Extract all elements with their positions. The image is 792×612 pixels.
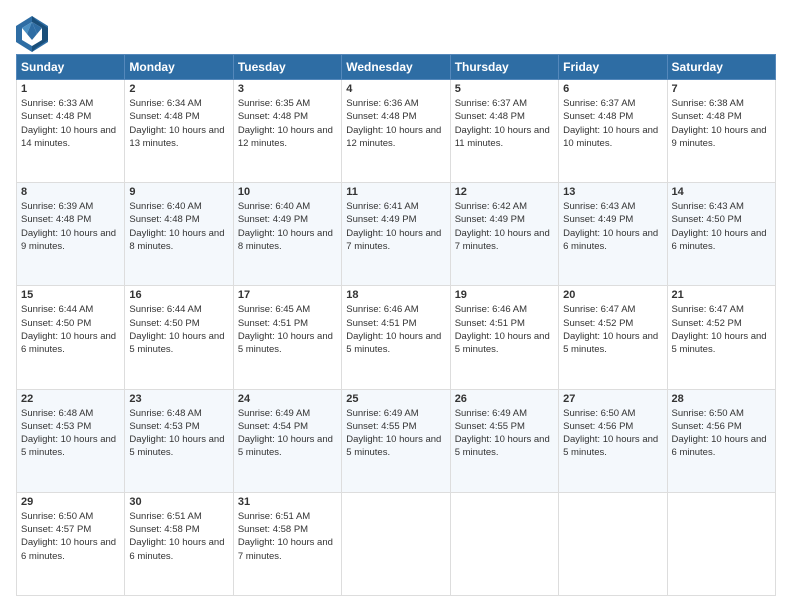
- calendar-day-cell: 5Sunrise: 6:37 AMSunset: 4:48 PMDaylight…: [450, 80, 558, 183]
- calendar-day-cell: 26Sunrise: 6:49 AMSunset: 4:55 PMDayligh…: [450, 389, 558, 492]
- calendar-week-row: 15Sunrise: 6:44 AMSunset: 4:50 PMDayligh…: [17, 286, 776, 389]
- calendar-day-cell: [342, 492, 450, 595]
- calendar-day-cell: 12Sunrise: 6:42 AMSunset: 4:49 PMDayligh…: [450, 183, 558, 286]
- page: SundayMondayTuesdayWednesdayThursdayFrid…: [0, 0, 792, 612]
- day-header-friday: Friday: [559, 55, 667, 80]
- calendar-day-cell: 11Sunrise: 6:41 AMSunset: 4:49 PMDayligh…: [342, 183, 450, 286]
- calendar-day-cell: 25Sunrise: 6:49 AMSunset: 4:55 PMDayligh…: [342, 389, 450, 492]
- calendar-day-cell: 24Sunrise: 6:49 AMSunset: 4:54 PMDayligh…: [233, 389, 341, 492]
- calendar-day-cell: 10Sunrise: 6:40 AMSunset: 4:49 PMDayligh…: [233, 183, 341, 286]
- calendar-day-cell: 6Sunrise: 6:37 AMSunset: 4:48 PMDaylight…: [559, 80, 667, 183]
- calendar-day-cell: 2Sunrise: 6:34 AMSunset: 4:48 PMDaylight…: [125, 80, 233, 183]
- logo-icon: [16, 16, 44, 44]
- calendar-day-cell: 23Sunrise: 6:48 AMSunset: 4:53 PMDayligh…: [125, 389, 233, 492]
- calendar-week-row: 1Sunrise: 6:33 AMSunset: 4:48 PMDaylight…: [17, 80, 776, 183]
- calendar-day-cell: 31Sunrise: 6:51 AMSunset: 4:58 PMDayligh…: [233, 492, 341, 595]
- calendar-day-cell: 20Sunrise: 6:47 AMSunset: 4:52 PMDayligh…: [559, 286, 667, 389]
- calendar-table: SundayMondayTuesdayWednesdayThursdayFrid…: [16, 54, 776, 596]
- calendar-day-cell: 19Sunrise: 6:46 AMSunset: 4:51 PMDayligh…: [450, 286, 558, 389]
- calendar-day-cell: 18Sunrise: 6:46 AMSunset: 4:51 PMDayligh…: [342, 286, 450, 389]
- calendar-day-cell: 13Sunrise: 6:43 AMSunset: 4:49 PMDayligh…: [559, 183, 667, 286]
- calendar-day-cell: 28Sunrise: 6:50 AMSunset: 4:56 PMDayligh…: [667, 389, 775, 492]
- calendar-day-cell: 8Sunrise: 6:39 AMSunset: 4:48 PMDaylight…: [17, 183, 125, 286]
- calendar-day-cell: 7Sunrise: 6:38 AMSunset: 4:48 PMDaylight…: [667, 80, 775, 183]
- calendar-day-cell: 1Sunrise: 6:33 AMSunset: 4:48 PMDaylight…: [17, 80, 125, 183]
- day-header-saturday: Saturday: [667, 55, 775, 80]
- day-header-thursday: Thursday: [450, 55, 558, 80]
- header: [16, 16, 776, 44]
- calendar-week-row: 29Sunrise: 6:50 AMSunset: 4:57 PMDayligh…: [17, 492, 776, 595]
- calendar-week-row: 8Sunrise: 6:39 AMSunset: 4:48 PMDaylight…: [17, 183, 776, 286]
- logo: [16, 16, 46, 44]
- calendar-day-cell: 21Sunrise: 6:47 AMSunset: 4:52 PMDayligh…: [667, 286, 775, 389]
- calendar-body: 1Sunrise: 6:33 AMSunset: 4:48 PMDaylight…: [17, 80, 776, 596]
- calendar-day-cell: 22Sunrise: 6:48 AMSunset: 4:53 PMDayligh…: [17, 389, 125, 492]
- calendar-day-cell: [450, 492, 558, 595]
- calendar-day-cell: 29Sunrise: 6:50 AMSunset: 4:57 PMDayligh…: [17, 492, 125, 595]
- calendar-day-cell: 4Sunrise: 6:36 AMSunset: 4:48 PMDaylight…: [342, 80, 450, 183]
- calendar-day-cell: 16Sunrise: 6:44 AMSunset: 4:50 PMDayligh…: [125, 286, 233, 389]
- calendar-day-cell: [667, 492, 775, 595]
- calendar-day-cell: 9Sunrise: 6:40 AMSunset: 4:48 PMDaylight…: [125, 183, 233, 286]
- calendar-day-cell: 14Sunrise: 6:43 AMSunset: 4:50 PMDayligh…: [667, 183, 775, 286]
- day-header-sunday: Sunday: [17, 55, 125, 80]
- calendar-day-cell: 15Sunrise: 6:44 AMSunset: 4:50 PMDayligh…: [17, 286, 125, 389]
- calendar-week-row: 22Sunrise: 6:48 AMSunset: 4:53 PMDayligh…: [17, 389, 776, 492]
- calendar-day-cell: 17Sunrise: 6:45 AMSunset: 4:51 PMDayligh…: [233, 286, 341, 389]
- day-header-monday: Monday: [125, 55, 233, 80]
- day-header-tuesday: Tuesday: [233, 55, 341, 80]
- calendar-header-row: SundayMondayTuesdayWednesdayThursdayFrid…: [17, 55, 776, 80]
- calendar-day-cell: [559, 492, 667, 595]
- calendar-day-cell: 27Sunrise: 6:50 AMSunset: 4:56 PMDayligh…: [559, 389, 667, 492]
- day-header-wednesday: Wednesday: [342, 55, 450, 80]
- calendar-day-cell: 30Sunrise: 6:51 AMSunset: 4:58 PMDayligh…: [125, 492, 233, 595]
- calendar-day-cell: 3Sunrise: 6:35 AMSunset: 4:48 PMDaylight…: [233, 80, 341, 183]
